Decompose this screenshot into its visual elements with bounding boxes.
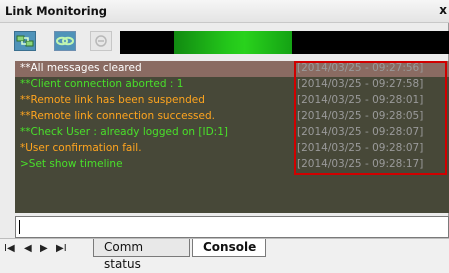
log-timestamp: [2014/03/25 - 09:28:07] — [297, 126, 424, 138]
log-timestamp: [2014/03/25 - 09:27:58] — [297, 78, 424, 90]
log-row[interactable]: *User confirmation fail. [2014/03/25 - 09… — [15, 141, 449, 157]
signal-meter-fill — [174, 31, 292, 54]
title-bar: Link Monitoring x — [0, 0, 449, 23]
link-icon — [56, 36, 74, 46]
disconnect-button[interactable] — [90, 31, 112, 51]
log-message: **All messages cleared — [20, 62, 142, 74]
log-row[interactable]: **All messages cleared [2014/03/25 - 09:2… — [15, 61, 449, 77]
log-row[interactable]: >Set show timeline [2014/03/25 - 09:28:17… — [15, 157, 449, 173]
text-caret — [19, 220, 20, 234]
window-title: Link Monitoring — [5, 4, 108, 18]
log-row[interactable]: **Client connection aborted : 1 [2014/03/… — [15, 77, 449, 93]
log-row[interactable]: **Remote link connection successed. [2014… — [15, 109, 449, 125]
previous-page-icon[interactable]: ◀ — [24, 243, 32, 254]
log-timestamp: [2014/03/25 - 09:27:56] — [297, 62, 424, 74]
log-message: **Check User : already logged on [ID:1] — [20, 126, 228, 138]
link-monitoring-panel: Link Monitoring x **All messages cleared… — [0, 0, 449, 271]
last-page-icon[interactable]: ▶I — [56, 243, 67, 254]
console-log[interactable]: **All messages cleared [2014/03/25 - 09:2… — [15, 61, 449, 213]
first-page-icon[interactable]: I◀ — [4, 243, 15, 254]
log-timestamp: [2014/03/25 - 09:28:01] — [297, 94, 424, 106]
log-message: >Set show timeline — [20, 158, 123, 170]
log-timestamp: [2014/03/25 - 09:28:17] — [297, 158, 424, 170]
link-button[interactable] — [54, 31, 76, 51]
connect-icon — [16, 35, 34, 47]
tab-comm-status[interactable]: Comm status — [93, 239, 190, 271]
next-page-icon[interactable]: ▶ — [40, 243, 48, 254]
log-timestamp: [2014/03/25 - 09:28:05] — [297, 110, 424, 122]
log-message: **Remote link has been suspended — [20, 94, 205, 106]
command-input[interactable] — [15, 216, 449, 238]
log-message: **Remote link connection successed. — [20, 110, 215, 122]
signal-meter — [120, 31, 449, 54]
bottom-tab-bar: I◀ ◀ ▶ ▶I Comm status Console — [0, 238, 449, 271]
log-timestamp: [2014/03/25 - 09:28:07] — [297, 142, 424, 154]
disconnect-icon — [95, 35, 107, 47]
close-icon[interactable]: x — [439, 3, 447, 17]
log-row[interactable]: **Remote link has been suspended [2014/03… — [15, 93, 449, 109]
log-row[interactable]: **Check User : already logged on [ID:1] [… — [15, 125, 449, 141]
log-message: *User confirmation fail. — [20, 142, 142, 154]
log-message: **Client connection aborted : 1 — [20, 78, 184, 90]
connect-button[interactable] — [14, 31, 36, 51]
tab-console[interactable]: Console — [192, 239, 266, 257]
